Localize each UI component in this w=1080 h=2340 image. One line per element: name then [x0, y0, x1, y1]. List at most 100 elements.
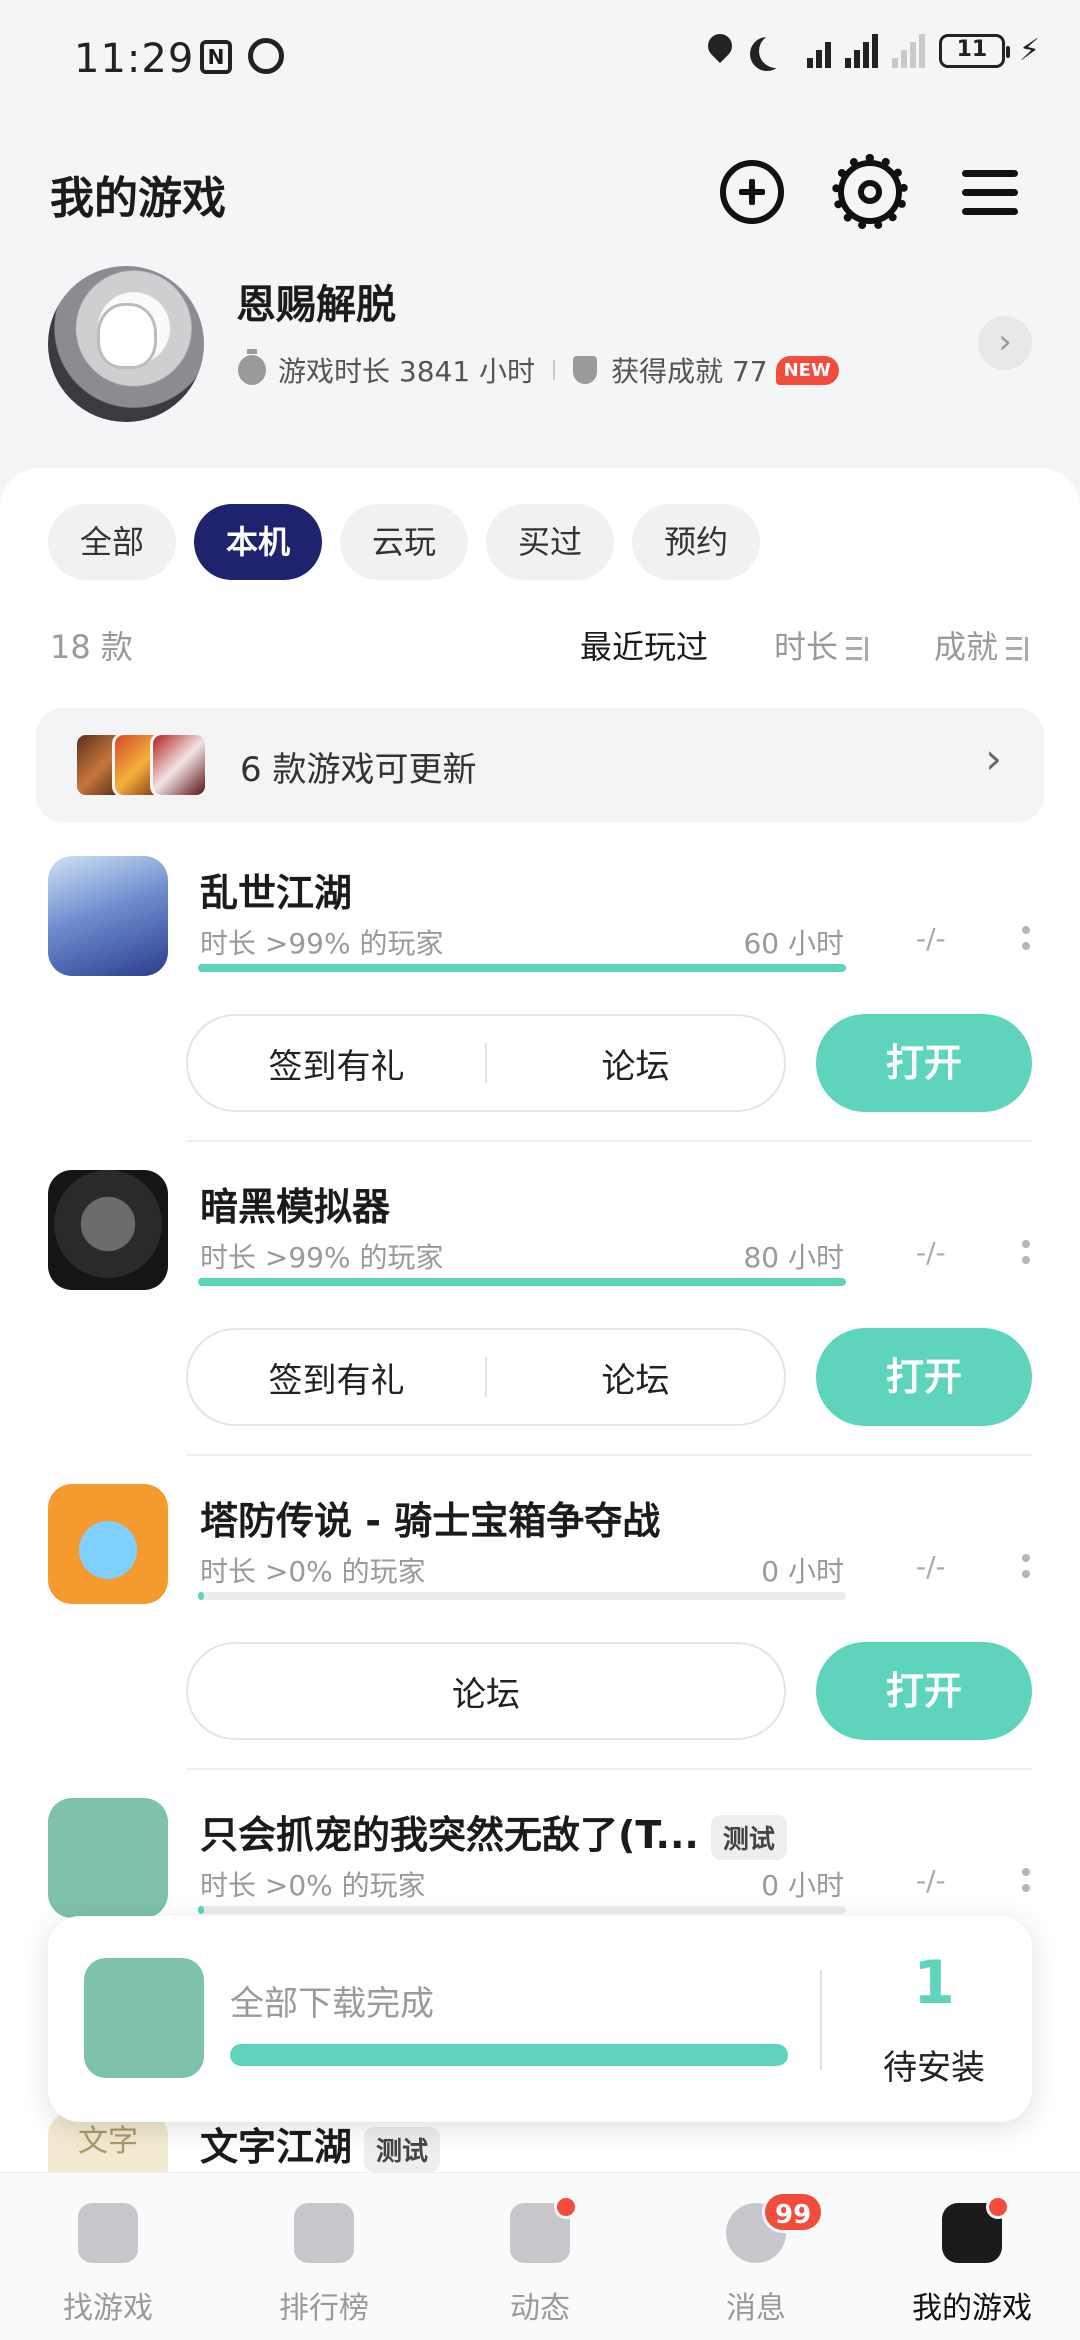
- avatar[interactable]: [48, 266, 204, 422]
- playtime-bar: [198, 1592, 846, 1600]
- game-hours: 60 小时: [743, 927, 844, 960]
- open-button[interactable]: 打开: [816, 1328, 1032, 1426]
- stopwatch-icon: [238, 349, 266, 385]
- sort-icon: [1006, 637, 1028, 661]
- download-status: 全部下载完成: [230, 1984, 434, 2024]
- filter-tabs: 全部 本机 云玩 买过 预约: [48, 504, 761, 580]
- cell-signal-2-icon: [891, 34, 925, 68]
- pending-label: 待安装: [883, 2048, 985, 2088]
- tab-purchased[interactable]: 买过: [486, 504, 615, 580]
- action-pill: 签到有礼 论坛: [186, 1328, 786, 1426]
- game-hours: 80 小时: [743, 1241, 844, 1274]
- more-icon[interactable]: [1022, 1240, 1030, 1266]
- checkin-button[interactable]: 签到有礼: [188, 1353, 485, 1402]
- location-icon: [707, 34, 733, 68]
- game-icon[interactable]: [48, 1484, 168, 1604]
- profile-chevron-right-icon[interactable]: ›: [978, 316, 1032, 370]
- game-icon[interactable]: [48, 1798, 168, 1918]
- nfc-icon: N: [200, 40, 232, 74]
- game-hours: 0 小时: [761, 1555, 844, 1588]
- status-bar: 11:29 N 11 ⚡: [0, 0, 1080, 120]
- tab-local[interactable]: 本机: [194, 504, 323, 580]
- test-badge: 测试: [710, 1815, 787, 1860]
- menu-icon[interactable]: [960, 160, 1024, 224]
- pending-count: 1: [913, 1948, 955, 2018]
- nav-find-games[interactable]: 找游戏: [0, 2173, 216, 2340]
- sort-recent[interactable]: 最近玩过: [580, 622, 708, 668]
- game-hours: 0 小时: [761, 1869, 844, 1902]
- game-achievement: -/-: [916, 1864, 946, 1897]
- game-rank: 时长 >99% 的玩家: [200, 1241, 444, 1274]
- dnd-moon-icon: [759, 34, 793, 68]
- alarm-icon: [248, 38, 284, 74]
- sort-icon: [845, 637, 868, 661]
- nav-messages[interactable]: 99 消息: [648, 2173, 864, 2340]
- tab-cloud[interactable]: 云玩: [340, 504, 469, 580]
- game-name[interactable]: 文字江湖 测试: [200, 2116, 441, 2172]
- notification-dot: [554, 2195, 578, 2219]
- ranking-icon: [294, 2203, 354, 2263]
- achievements-label: 获得成就 77: [611, 355, 768, 388]
- charging-icon: ⚡: [1018, 33, 1040, 68]
- game-rank: 时长 >0% 的玩家: [200, 1555, 426, 1588]
- nav-ranking[interactable]: 排行榜: [216, 2173, 432, 2340]
- game-rank: 时长 >0% 的玩家: [200, 1869, 426, 1902]
- find-games-icon: [78, 2203, 138, 2263]
- open-button[interactable]: 打开: [816, 1014, 1032, 1112]
- checkin-button[interactable]: 签到有礼: [188, 1039, 485, 1088]
- game-icon[interactable]: [48, 856, 168, 976]
- message-count-badge: 99: [762, 2191, 825, 2233]
- add-game-button[interactable]: [720, 160, 784, 224]
- settings-gear-icon[interactable]: [832, 154, 908, 230]
- game-rank: 时长 >99% 的玩家: [200, 927, 444, 960]
- status-time: 11:29: [74, 36, 195, 82]
- game-thumb-icon: [150, 732, 208, 798]
- game-name[interactable]: 只会抓宠的我突然无敌了(T... 测试: [200, 1804, 787, 1860]
- sort-duration[interactable]: 时长: [774, 622, 868, 668]
- download-status-popup[interactable]: 全部下载完成 1 待安装: [48, 1916, 1032, 2122]
- nav-feed[interactable]: 动态: [432, 2173, 648, 2340]
- game-icon: [84, 1958, 204, 2078]
- tab-reserved[interactable]: 预约: [632, 504, 761, 580]
- playtime-label: 游戏时长 3841 小时: [278, 355, 536, 388]
- game-achievement: -/-: [916, 922, 946, 955]
- action-pill: 签到有礼 论坛: [186, 1014, 786, 1112]
- more-icon[interactable]: [1022, 1868, 1030, 1894]
- test-badge: 测试: [364, 2127, 441, 2172]
- game-count: 18 款: [50, 628, 133, 666]
- game-achievement: -/-: [916, 1550, 946, 1583]
- battery-icon: 11: [938, 34, 1010, 68]
- cell-signal-icon: [844, 34, 878, 68]
- forum-button[interactable]: 论坛: [487, 1039, 784, 1088]
- new-badge: NEW: [775, 355, 839, 385]
- bottom-nav: 找游戏 排行榜 动态 99 消息 我的游戏: [0, 2172, 1080, 2340]
- playtime-bar: [198, 1278, 846, 1286]
- game-achievement: -/-: [916, 1236, 946, 1269]
- profile-stats: 游戏时长 3841 小时 获得成就 77 NEW: [238, 349, 839, 390]
- open-button[interactable]: 打开: [816, 1642, 1032, 1740]
- page-title: 我的游戏: [50, 173, 226, 224]
- nav-my-games[interactable]: 我的游戏: [864, 2173, 1080, 2340]
- tab-all[interactable]: 全部: [48, 504, 177, 580]
- game-name[interactable]: 乱世江湖: [200, 862, 352, 917]
- action-pill: 论坛: [186, 1642, 786, 1740]
- update-banner-text: 6 款游戏可更新: [240, 750, 477, 790]
- game-icon[interactable]: [48, 1170, 168, 1290]
- playtime-bar: [198, 1906, 846, 1914]
- forum-button[interactable]: 论坛: [487, 1353, 784, 1402]
- notification-dot: [986, 2195, 1010, 2219]
- download-progress-bar: [230, 2044, 788, 2066]
- user-name[interactable]: 恩赐解脱: [236, 272, 396, 330]
- game-name[interactable]: 暗黑模拟器: [200, 1176, 390, 1231]
- chevron-right-icon: ›: [985, 734, 1002, 783]
- update-banner[interactable]: 6 款游戏可更新 ›: [36, 708, 1044, 822]
- more-icon[interactable]: [1022, 926, 1030, 952]
- more-icon[interactable]: [1022, 1554, 1030, 1580]
- sort-options: 最近玩过 时长 成就: [580, 622, 1028, 668]
- wifi-icon: [806, 34, 831, 68]
- playtime-bar: [198, 964, 846, 972]
- sort-achievement[interactable]: 成就: [934, 622, 1028, 668]
- forum-button[interactable]: 论坛: [188, 1667, 784, 1716]
- game-name[interactable]: 塔防传说 - 骑士宝箱争夺战: [200, 1490, 660, 1545]
- trophy-icon: [573, 356, 598, 384]
